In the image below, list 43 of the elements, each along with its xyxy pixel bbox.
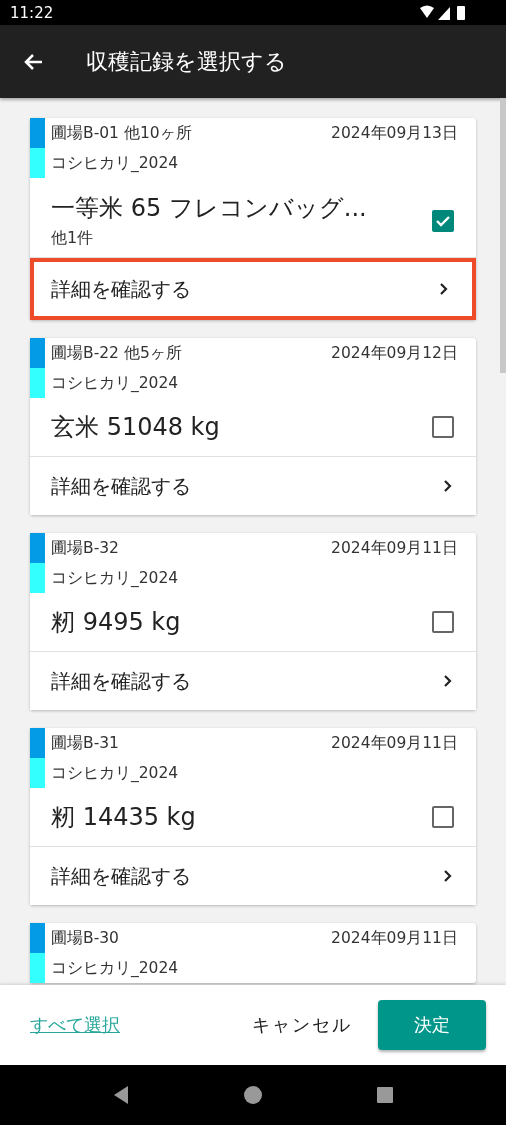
field-name: 圃場B-31	[51, 732, 119, 754]
detail-button[interactable]: 詳細を確認する	[30, 652, 476, 710]
chevron-icon	[442, 869, 454, 883]
chevron-icon	[442, 674, 454, 688]
detail-button[interactable]: 詳細を確認する	[30, 847, 476, 905]
cancel-button[interactable]: キャンセル	[246, 1012, 358, 1038]
checkbox[interactable]	[432, 416, 454, 438]
color-strip	[30, 923, 45, 983]
checkbox[interactable]	[432, 209, 454, 232]
field-name: 圃場B-22 他5ヶ所	[51, 342, 182, 364]
confirm-button[interactable]: 決定	[378, 1000, 486, 1050]
variety-name: コシヒカリ_2024	[51, 957, 179, 979]
chevron-icon	[442, 479, 454, 493]
product-amount: 籾 14435 kg	[51, 802, 196, 833]
field-name: 圃場B-01 他10ヶ所	[51, 122, 192, 144]
chevron-icon	[438, 282, 450, 296]
screen-title: 収穫記録を選択する	[86, 47, 287, 76]
record-date: 2024年09月12日	[331, 342, 458, 364]
product-amount: 玄米 51048 kg	[51, 412, 220, 443]
color-strip	[30, 118, 45, 178]
detail-button[interactable]: 詳細を確認する	[30, 457, 476, 515]
checkbox[interactable]	[432, 806, 454, 828]
extra-count: 他1件	[51, 228, 95, 249]
product-amount: 籾 9495 kg	[51, 607, 181, 638]
record-date: 2024年09月11日	[331, 927, 458, 949]
product-amount: 一等米 65 フレコンバッグ...	[51, 193, 367, 224]
home-icon[interactable]	[242, 1084, 264, 1106]
variety-name: コシヒカリ_2024	[51, 372, 179, 394]
color-strip	[30, 338, 45, 398]
record-date: 2024年09月11日	[331, 537, 458, 559]
record-date: 2024年09月11日	[331, 732, 458, 754]
color-strip	[30, 728, 45, 788]
variety-name: コシヒカリ_2024	[51, 567, 179, 589]
field-name: 圃場B-32	[51, 537, 119, 559]
variety-name: コシヒカリ_2024	[51, 762, 179, 784]
recents-icon[interactable]	[374, 1084, 396, 1106]
record-date: 2024年09月13日	[331, 122, 458, 144]
color-strip	[30, 533, 45, 593]
checkbox[interactable]	[432, 611, 454, 633]
clock: 11:22	[10, 3, 54, 22]
field-name: 圃場B-30	[51, 927, 119, 949]
detail-button[interactable]: 詳細を確認する	[30, 258, 476, 320]
variety-name: コシヒカリ_2024	[51, 152, 179, 174]
